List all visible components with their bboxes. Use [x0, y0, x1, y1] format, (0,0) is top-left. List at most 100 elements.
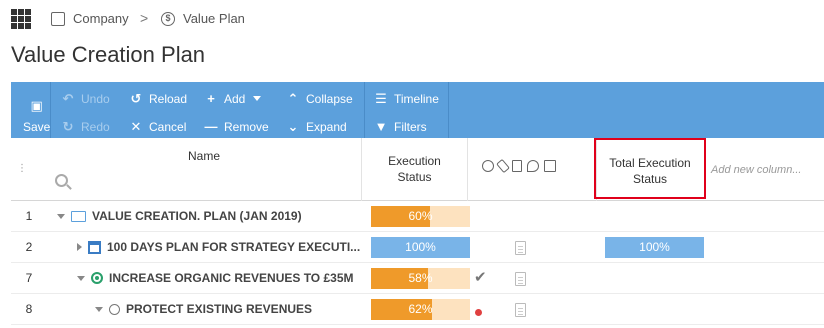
minus-icon: —	[204, 119, 218, 134]
dollar-circle-icon: $	[161, 11, 175, 26]
chevron-down-icon[interactable]	[77, 275, 85, 281]
chevron-right-icon[interactable]	[77, 243, 82, 251]
comment-icon[interactable]	[527, 160, 539, 172]
table-row[interactable]: 2 100 DAYS PLAN FOR STRATEGY EXECUTI... …	[11, 232, 824, 263]
execution-status-value: 62%	[408, 302, 433, 316]
timeline-icon: ☰	[375, 91, 387, 106]
undo-label: Undo	[81, 92, 110, 106]
add-label: Add	[224, 91, 246, 106]
collapse-label: Collapse	[306, 92, 353, 106]
timeline-button[interactable]: ☰ Timeline	[374, 91, 439, 107]
column-header-icons	[468, 138, 597, 201]
row-number: 2	[25, 240, 33, 254]
clock-icon	[109, 303, 120, 315]
target-icon	[91, 272, 103, 284]
chevron-down-icon[interactable]	[57, 213, 65, 219]
document-icon[interactable]	[515, 272, 526, 286]
row-number: 8	[25, 302, 33, 316]
execution-status-bar: 58%	[371, 268, 470, 289]
remove-button[interactable]: — Remove	[204, 119, 269, 134]
document-icon[interactable]	[515, 303, 526, 317]
undo-button[interactable]: ↶ Undo	[61, 91, 110, 107]
expand-button[interactable]: ⌄ Expand	[286, 119, 347, 135]
row-name[interactable]: INCREASE ORGANIC REVENUES TO £35M	[77, 271, 354, 285]
paperclip-icon[interactable]	[496, 158, 510, 174]
remove-label: Remove	[224, 119, 269, 134]
row-name-label: VALUE CREATION. PLAN (JAN 2019)	[92, 209, 302, 223]
reload-label: Reload	[149, 92, 188, 106]
expand-label: Expand	[306, 120, 347, 134]
document-icon[interactable]	[512, 160, 522, 172]
column-name-label: Name	[187, 149, 220, 163]
filters-button[interactable]: ▼ Filters	[374, 119, 427, 134]
close-icon: ✕	[130, 119, 142, 134]
apps-grid-icon[interactable]	[11, 9, 31, 29]
breadcrumb-company-label: Company	[73, 11, 129, 26]
toolbar: ▣ Save ↶ Undo ↻ Redo ↺ Reload ✕ Cancel +…	[11, 82, 824, 138]
plus-icon: +	[207, 91, 215, 106]
undo-icon: ↶	[62, 91, 74, 106]
expand-icon: ⌄	[287, 119, 299, 134]
row-number: 1	[25, 209, 33, 223]
toolbar-divider	[50, 82, 51, 138]
table-row[interactable]: 8 PROTECT EXISTING REVENUES 62%	[11, 294, 824, 325]
grid-header: ⋮ Name Execution Status Total Execution …	[11, 138, 824, 201]
execution-status-label-1: Execution	[388, 154, 441, 168]
execution-status-value: 60%	[408, 209, 433, 223]
cancel-button[interactable]: ✕ Cancel	[129, 119, 187, 135]
total-execution-label-1: Total Execution	[609, 156, 691, 170]
save-button[interactable]: ▣ Save	[23, 98, 50, 134]
column-header-name[interactable]: Name	[47, 138, 362, 201]
table-row[interactable]: 7 INCREASE ORGANIC REVENUES TO £35M 58% …	[11, 263, 824, 294]
total-execution-status-value: 100%	[605, 237, 704, 258]
breadcrumb-value-plan[interactable]: $ Value Plan	[161, 11, 245, 26]
folder-icon	[71, 210, 86, 222]
redo-button[interactable]: ↻ Redo	[61, 119, 110, 135]
collapse-icon: ⌃	[287, 91, 299, 106]
page-title: Value Creation Plan	[11, 42, 206, 67]
row-number: 7	[25, 271, 33, 285]
document-icon[interactable]	[515, 241, 526, 255]
clock-icon[interactable]	[482, 160, 494, 172]
filters-label: Filters	[394, 119, 427, 134]
execution-status-bar: 60%	[371, 206, 470, 227]
reload-icon: ↺	[130, 91, 142, 106]
drag-handle-icon[interactable]: ⋮	[17, 163, 27, 174]
execution-status-bar: 100%	[371, 237, 470, 258]
column-header-execution-status[interactable]: Execution Status	[362, 138, 468, 201]
status-dot-icon	[475, 309, 482, 316]
chevron-down-icon	[253, 96, 262, 101]
column-header-total-execution-status[interactable]: Total Execution Status	[594, 138, 706, 199]
breadcrumb: Company > $ Value Plan	[0, 0, 824, 38]
breadcrumb-company[interactable]: Company	[51, 11, 129, 26]
external-link-icon[interactable]	[544, 160, 556, 172]
table-row[interactable]: 1 VALUE CREATION. PLAN (JAN 2019) 60%	[11, 201, 824, 232]
row-name[interactable]: PROTECT EXISTING REVENUES	[95, 302, 312, 316]
toolbar-divider	[364, 82, 365, 138]
save-label: Save	[23, 120, 51, 134]
add-button[interactable]: + Add	[204, 91, 262, 106]
reload-button[interactable]: ↺ Reload	[129, 91, 187, 107]
company-icon	[51, 11, 65, 26]
timeline-label: Timeline	[394, 92, 439, 106]
toolbar-divider	[448, 82, 449, 138]
save-icon: ▣	[30, 98, 43, 113]
breadcrumb-plan-label: Value Plan	[183, 11, 245, 26]
row-name[interactable]: 100 DAYS PLAN FOR STRATEGY EXECUTI...	[77, 240, 360, 254]
execution-status-bar: 62%	[371, 299, 470, 320]
execution-status-value: 58%	[408, 271, 433, 285]
cancel-label: Cancel	[149, 120, 187, 134]
execution-status-label-2: Status	[397, 170, 432, 184]
breadcrumb-separator: >	[140, 10, 149, 26]
chevron-down-icon[interactable]	[95, 306, 103, 312]
filter-icon: ▼	[374, 119, 388, 134]
row-name[interactable]: VALUE CREATION. PLAN (JAN 2019)	[57, 209, 302, 223]
total-execution-label-2: Status	[632, 172, 668, 186]
row-name-label: INCREASE ORGANIC REVENUES TO £35M	[109, 271, 354, 285]
add-new-column-input[interactable]: Add new column...	[711, 164, 802, 176]
collapse-button[interactable]: ⌃ Collapse	[286, 91, 353, 107]
redo-label: Redo	[81, 120, 110, 134]
execution-status-value: 100%	[405, 240, 436, 254]
checkmark-icon: ✔	[474, 269, 487, 286]
search-icon[interactable]	[55, 174, 68, 187]
